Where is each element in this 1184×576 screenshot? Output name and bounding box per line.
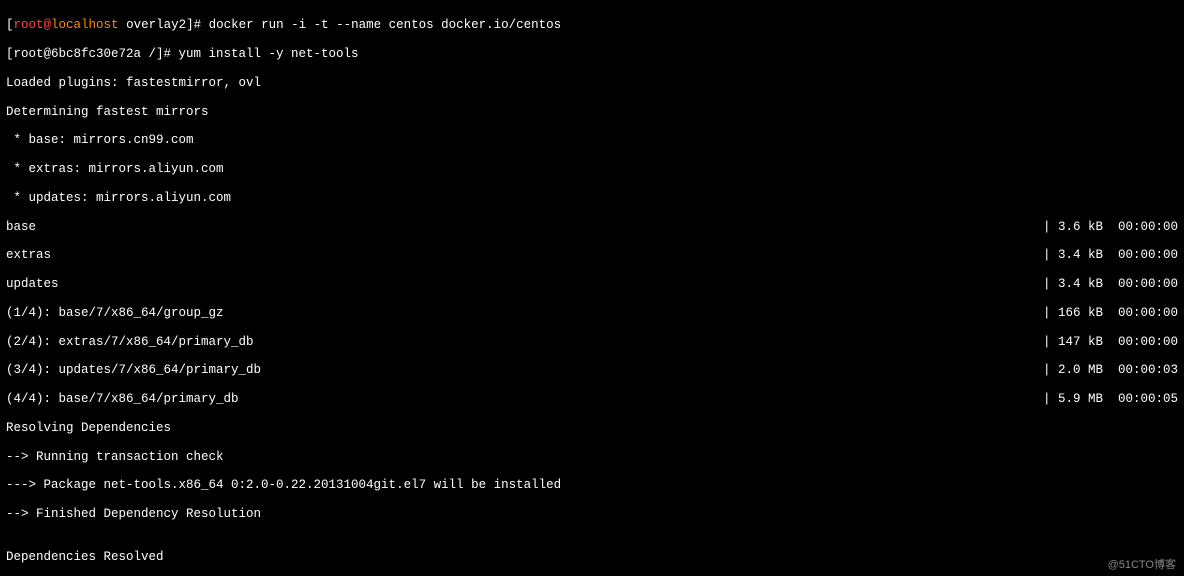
repo-row: (2/4): extras/7/x86_64/primary_db | 147 k… — [6, 335, 1178, 349]
prompt-line-1: [root@localhost overlay2]# docker run -i… — [6, 18, 1178, 32]
repo-size: | 166 kB 00:00:00 — [1043, 306, 1178, 320]
repo-row: base | 3.6 kB 00:00:00 — [6, 220, 1178, 234]
dep-line: --> Finished Dependency Resolution — [6, 507, 1178, 521]
repo-row: extras | 3.4 kB 00:00:00 — [6, 248, 1178, 262]
pre-line: * base: mirrors.cn99.com — [6, 133, 1178, 147]
watermark: @51CTO博客 — [1108, 559, 1176, 572]
prompt-close: ]# — [186, 18, 201, 32]
repo-name: (3/4): updates/7/x86_64/primary_db — [6, 363, 261, 377]
pre-line: Determining fastest mirrors — [6, 105, 1178, 119]
repo-size: | 3.6 kB 00:00:00 — [1043, 220, 1178, 234]
prompt-at: @ — [44, 18, 52, 32]
repo-name: base — [6, 220, 36, 234]
repo-name: (2/4): extras/7/x86_64/primary_db — [6, 335, 254, 349]
prompt-cmd: docker run -i -t --name centos docker.io… — [201, 18, 561, 32]
dep-line: Dependencies Resolved — [6, 550, 1178, 564]
prompt-cwd: overlay2 — [119, 18, 187, 32]
prompt-open: [ — [6, 18, 14, 32]
prompt-line-2: [root@6bc8fc30e72a /]# yum install -y ne… — [6, 47, 1178, 61]
dep-line: --> Running transaction check — [6, 450, 1178, 464]
repo-size: | 2.0 MB 00:00:03 — [1043, 363, 1178, 377]
repo-name: (1/4): base/7/x86_64/group_gz — [6, 306, 224, 320]
repo-size: | 3.4 kB 00:00:00 — [1043, 248, 1178, 262]
dep-line: Resolving Dependencies — [6, 421, 1178, 435]
dep-line: ---> Package net-tools.x86_64 0:2.0-0.22… — [6, 478, 1178, 492]
repo-name: extras — [6, 248, 51, 262]
repo-size: | 5.9 MB 00:00:05 — [1043, 392, 1178, 406]
repo-row: updates | 3.4 kB 00:00:00 — [6, 277, 1178, 291]
repo-name: updates — [6, 277, 59, 291]
pre-line: * extras: mirrors.aliyun.com — [6, 162, 1178, 176]
repo-row: (4/4): base/7/x86_64/primary_db | 5.9 MB … — [6, 392, 1178, 406]
repo-size: | 147 kB 00:00:00 — [1043, 335, 1178, 349]
terminal[interactable]: [root@localhost overlay2]# docker run -i… — [0, 0, 1184, 576]
repo-name: (4/4): base/7/x86_64/primary_db — [6, 392, 239, 406]
prompt-user: root — [14, 18, 44, 32]
pre-line: Loaded plugins: fastestmirror, ovl — [6, 76, 1178, 90]
repo-row: (3/4): updates/7/x86_64/primary_db | 2.0 … — [6, 363, 1178, 377]
repo-row: (1/4): base/7/x86_64/group_gz | 166 kB 00… — [6, 306, 1178, 320]
prompt-host: localhost — [51, 18, 119, 32]
pre-line: * updates: mirrors.aliyun.com — [6, 191, 1178, 205]
repo-size: | 3.4 kB 00:00:00 — [1043, 277, 1178, 291]
